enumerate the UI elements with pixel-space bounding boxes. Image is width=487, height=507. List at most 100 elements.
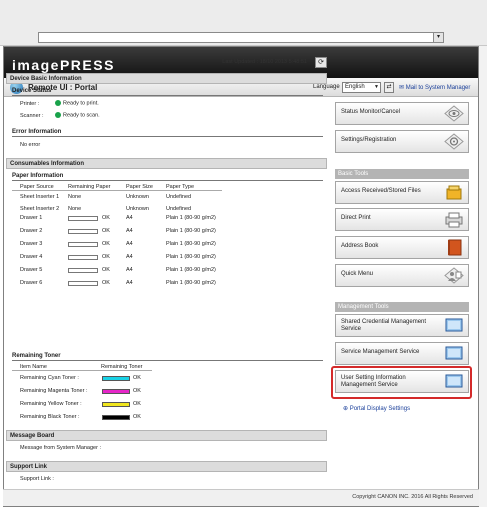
paper-source-cell: Drawer 6 (20, 280, 43, 286)
paper-source-cell: Sheet Inserter 1 (20, 194, 60, 200)
paper-remaining-cell: None (68, 206, 82, 212)
support-link-heading: Support Link (6, 461, 327, 472)
monitor-icon (445, 318, 463, 332)
message-board-heading: Message Board (6, 430, 327, 441)
paper-remaining-cell: OK (102, 241, 110, 247)
paper-type-cell: Plain 1 (80-90 g/m2) (166, 267, 216, 273)
paper-size-cell: A4 (126, 215, 133, 221)
paper-remaining-cell: OK (102, 267, 110, 273)
language-select[interactable]: English ▼ (342, 82, 381, 93)
status-ok-icon (55, 112, 61, 118)
direct-print-label: Direct Print (341, 215, 371, 221)
paper-size-cell: A4 (126, 241, 133, 247)
brand-logo: imagePRESS (12, 57, 115, 73)
paper-type-cell: Plain 1 (80-90 g/m2) (166, 254, 216, 260)
paper-type-cell: Plain 1 (80-90 g/m2) (166, 228, 216, 234)
paper-type-cell: Undefined (166, 206, 192, 212)
gear-icon (444, 133, 464, 150)
printer-status-text: Ready to print. (63, 100, 99, 107)
paper-size-cell: A4 (126, 254, 133, 260)
copyright-text: Copyright CANON INC. 2016 All Rights Res… (352, 494, 473, 500)
toner-level-bar (102, 389, 130, 394)
toner-table-header: Item Name Remaining Toner (12, 364, 152, 371)
col-remaining-toner: Remaining Toner (101, 364, 143, 370)
support-link-label: Support Link : (20, 476, 54, 482)
toner-name-cell: Remaining Yellow Toner : (20, 401, 82, 407)
error-info-heading: Error Information (12, 129, 323, 137)
toner-level-bar (102, 402, 130, 407)
col-remaining-paper: Remaining Paper (68, 184, 111, 190)
paper-remaining-cell: OK (102, 228, 110, 234)
address-bar[interactable]: ▾ (38, 32, 444, 43)
paper-remaining-cell: None (68, 194, 82, 200)
paper-level-bar (68, 281, 98, 286)
toner-status-cell: OK (133, 388, 141, 394)
paper-source-cell: Drawer 2 (20, 228, 43, 234)
chevron-down-icon: ▼ (374, 84, 379, 90)
direct-print-button[interactable]: Direct Print (335, 208, 469, 231)
toner-name-cell: Remaining Cyan Toner : (20, 375, 79, 381)
col-item-name: Item Name (20, 364, 47, 370)
settings-bullet-icon: ⊕ (343, 406, 350, 412)
address-dropdown-icon[interactable]: ▾ (433, 33, 443, 42)
quick-menu-button[interactable]: Quick Menu (335, 264, 469, 287)
quick-menu-icon (444, 267, 464, 284)
portal-display-settings-label: Portal Display Settings (349, 406, 411, 412)
paper-level-bar (68, 229, 98, 234)
portal-display-settings-link[interactable]: ⊕ Portal Display Settings (343, 405, 410, 412)
paper-size-cell: A4 (126, 228, 133, 234)
printer-label: Printer : (20, 101, 40, 107)
quick-menu-label: Quick Menu (341, 271, 374, 277)
paper-level-bar (68, 216, 98, 221)
access-files-label: Access Received/Stored Files (341, 188, 421, 194)
mail-to-manager-link[interactable]: ✉ Mail to System Manager (399, 84, 470, 91)
toner-status-cell: OK (133, 414, 141, 420)
toner-status-cell: OK (133, 375, 141, 381)
consumables-heading: Consumables Information (6, 158, 327, 169)
paper-source-cell: Drawer 3 (20, 241, 43, 247)
refresh-icon: ⟳ (318, 59, 324, 66)
settings-registration-button[interactable]: Settings/Registration (335, 130, 469, 153)
address-book-button[interactable]: Address Book (335, 236, 469, 259)
paper-level-bar (68, 255, 98, 260)
paper-size-cell: Unknown (126, 206, 149, 212)
toner-name-cell: Remaining Black Toner : (20, 414, 80, 420)
language-apply-button[interactable]: ⇄ (384, 82, 394, 93)
message-label: Message from System Manager : (20, 445, 102, 451)
highlight-box (331, 366, 472, 399)
paper-remaining-cell: OK (102, 280, 110, 286)
toner-name-cell: Remaining Magenta Toner : (20, 388, 88, 394)
shared-credential-label: Shared Credential Management Service (341, 319, 427, 332)
paper-type-cell: Plain 1 (80-90 g/m2) (166, 215, 216, 221)
mail-link-label: Mail to System Manager (405, 85, 471, 91)
scanner-status: Ready to scan. (55, 112, 100, 118)
last-updated-text: Last Updated : 18/10 2013 5:48:51 (222, 59, 307, 65)
status-monitor-button[interactable]: Status Monitor/Cancel (335, 102, 469, 125)
refresh-button[interactable]: ⟳ (315, 57, 327, 68)
col-paper-size: Paper Size (126, 184, 153, 190)
toner-status-cell: OK (133, 401, 141, 407)
paper-size-cell: A4 (126, 267, 133, 273)
scanner-label: Scanner : (20, 113, 44, 119)
error-value: No error (20, 142, 41, 148)
remaining-toner-heading: Remaining Toner (12, 353, 323, 361)
paper-source-cell: Drawer 4 (20, 254, 43, 260)
shared-credential-button[interactable]: Shared Credential Management Service (335, 314, 469, 337)
mail-icon: ✉ (399, 85, 406, 91)
paper-type-cell: Undefined (166, 194, 192, 200)
printer-status: Ready to print. (55, 100, 99, 106)
eye-icon (444, 105, 464, 122)
paper-info-heading: Paper Information (12, 173, 323, 181)
toner-level-bar (102, 376, 130, 381)
access-files-button[interactable]: Access Received/Stored Files (335, 181, 469, 204)
service-management-button[interactable]: Service Management Service (335, 342, 469, 365)
folder-box-icon (446, 185, 462, 200)
paper-size-cell: A4 (126, 280, 133, 286)
scrollbar[interactable] (479, 46, 487, 507)
paper-source-cell: Sheet Inserter 2 (20, 206, 60, 212)
device-basic-heading: Device Basic Information (6, 73, 327, 84)
col-paper-type: Paper Type (166, 184, 195, 190)
browser-toolbar: ▾ (0, 0, 487, 46)
paper-remaining-cell: OK (102, 215, 110, 221)
paper-source-cell: Drawer 1 (20, 215, 43, 221)
